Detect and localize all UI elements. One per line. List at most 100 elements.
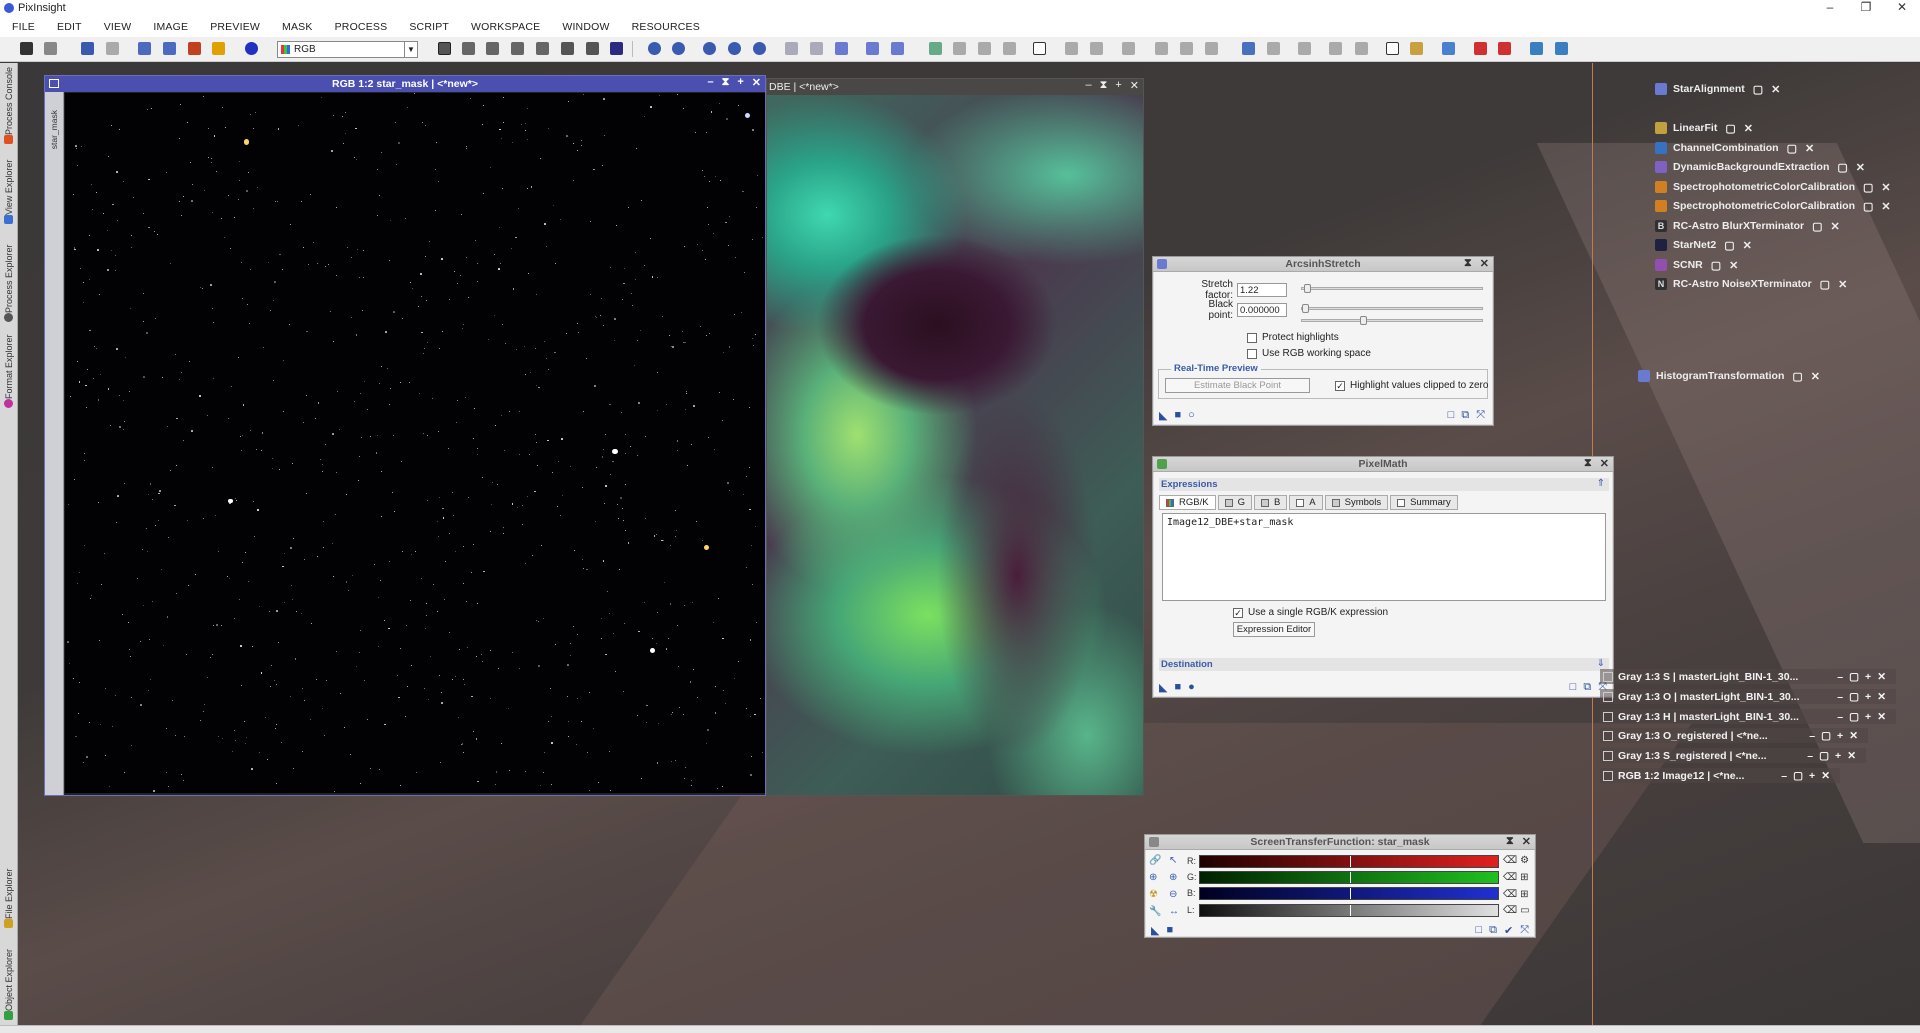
image-window-header[interactable]: RGB 1:2 star_mask | <*new*> – ⧗ + ✕ [45, 76, 765, 92]
process-icon-starnet2[interactable]: StarNet2 ▢ ✕ [1655, 237, 1752, 253]
stf-slider-g[interactable] [1199, 871, 1499, 884]
monitor-icon[interactable]: ▭ [1520, 905, 1533, 919]
slider-handle[interactable] [1302, 304, 1309, 313]
image-icon-controls[interactable]: –▢+✕ [1837, 711, 1892, 723]
highlight-clipped-checkbox[interactable]: ✓ [1335, 380, 1345, 391]
chan-4-icon[interactable] [1155, 42, 1168, 55]
tile-1-icon[interactable] [929, 42, 942, 55]
settings-icon[interactable] [1555, 42, 1568, 55]
undo-icon[interactable] [81, 42, 94, 55]
midtones-marker[interactable] [1350, 872, 1351, 883]
close-icon[interactable]: ✕ [1600, 457, 1609, 470]
close-icon[interactable]: ✕ [1881, 200, 1890, 213]
layout-3-icon[interactable] [1298, 42, 1311, 55]
image-icon-controls[interactable]: –▢+✕ [1837, 691, 1892, 703]
window-icon[interactable]: ▢ [1837, 161, 1847, 174]
grid-1-icon[interactable] [785, 42, 798, 55]
single-expression-checkbox[interactable]: ✓ [1233, 607, 1243, 618]
midtones-marker[interactable] [1350, 905, 1351, 916]
new-instance-icon[interactable]: ◣ [1151, 924, 1159, 937]
zoom-in-2-icon[interactable]: ⊕ [1169, 872, 1185, 885]
nebula-image[interactable] [767, 95, 1143, 795]
image-icon-controls[interactable]: –▢+✕ [1837, 671, 1892, 683]
midtones-marker[interactable] [1350, 856, 1351, 867]
reset-icon[interactable]: ⧉ [1583, 681, 1591, 694]
expressions-section-bar[interactable]: Expressions ⇑ [1159, 478, 1609, 491]
link-icon[interactable]: 🔗 [1149, 855, 1165, 868]
mask-icon[interactable] [188, 42, 201, 55]
expression-editor-button[interactable]: Expression Editor [1233, 622, 1315, 637]
tile-3-icon[interactable] [978, 42, 991, 55]
minimize-icon[interactable]: – [707, 76, 713, 89]
apply-global-icon[interactable]: ● [1188, 681, 1195, 693]
process-icon-spcc-2[interactable]: SpectrophotometricColorCalibration ▢ ✕ [1655, 198, 1891, 214]
image-window-dbe[interactable]: DBE | <*new*> – ⧗ + ✕ [766, 78, 1144, 796]
tab-format-explorer[interactable]: Format Explorer [1, 331, 17, 411]
window-icon[interactable]: ▢ [1711, 259, 1721, 272]
grid-2-icon[interactable] [810, 42, 823, 55]
colorspace-select[interactable]: RGB ▼ [277, 41, 418, 58]
apply-icon[interactable]: ■ [1174, 409, 1181, 421]
chan-5-icon[interactable] [1180, 42, 1193, 55]
pan-icon[interactable] [511, 42, 524, 55]
stretch-factor-slider[interactable] [1301, 284, 1483, 293]
panel-title-bar[interactable]: ScreenTransferFunction: star_mask ⧗ ✕ [1145, 835, 1535, 850]
zoom-2-icon[interactable] [728, 42, 741, 55]
export-icon[interactable] [1442, 42, 1455, 55]
close-icon[interactable]: ✕ [1743, 239, 1752, 252]
close-icon[interactable]: ✕ [1856, 161, 1865, 174]
rgb-working-space-checkbox[interactable] [1247, 348, 1257, 359]
chan-1-icon[interactable] [1065, 42, 1078, 55]
menu-process[interactable]: PROCESS [335, 21, 388, 33]
window-icon[interactable]: ▢ [1863, 200, 1873, 213]
expand-icon[interactable]: ⇓ [1597, 658, 1605, 669]
layout-2-icon[interactable] [1267, 42, 1280, 55]
tab-symbols[interactable]: Symbols [1324, 495, 1389, 510]
menu-file[interactable]: FILE [12, 21, 35, 33]
minimize-button[interactable]: – [1812, 0, 1848, 14]
window-icon[interactable]: ▢ [1725, 122, 1735, 135]
fit-view-icon[interactable] [486, 42, 499, 55]
browse-doc-icon[interactable]: □ [1475, 924, 1482, 936]
auto-stretch-icon[interactable]: ☢ [1149, 889, 1165, 902]
close-icon[interactable]: ✕ [1771, 83, 1780, 96]
stf-icon[interactable] [1033, 42, 1046, 55]
tab-process-console[interactable]: Process Console [1, 65, 17, 147]
close-icon[interactable]: ✕ [1830, 220, 1839, 233]
shade-icon[interactable]: ⧗ [1100, 79, 1108, 92]
menu-image[interactable]: IMAGE [153, 21, 188, 33]
window-icon[interactable]: ▢ [1820, 278, 1830, 291]
new-image-icon[interactable] [20, 42, 33, 55]
process-icon-noisexterminator[interactable]: N RC-Astro NoiseXTerminator ▢ ✕ [1655, 276, 1847, 292]
image-icon-image12[interactable]: RGB 1:2 Image12 | <*ne... –▢+✕ [1600, 768, 1840, 783]
stretch-factor-input[interactable]: 1.22 [1237, 283, 1287, 297]
destination-section-bar[interactable]: Destination ⇓ [1159, 658, 1609, 671]
menu-workspace[interactable]: WORKSPACE [471, 21, 540, 33]
track-view-icon[interactable]: ✔ [1504, 924, 1513, 937]
process-icon-dbe[interactable]: DynamicBackgroundExtraction ▢ ✕ [1655, 159, 1865, 175]
panel-title-bar[interactable]: ArcsinhStretch ⧗ ✕ [1153, 257, 1493, 272]
edit-instance-icon[interactable]: ⤧ [1476, 409, 1485, 422]
stf-slider-r[interactable] [1199, 855, 1499, 868]
readout-icon[interactable] [438, 42, 451, 55]
wrench-icon[interactable]: 🔧 [1149, 906, 1165, 919]
process-icon-histogramtransformation[interactable]: HistogramTransformation ▢ ✕ [1638, 368, 1820, 384]
maximize-icon[interactable]: + [737, 76, 743, 89]
close-icon[interactable]: ✕ [1805, 142, 1814, 155]
zoom-out-icon[interactable]: ⊖ [1169, 889, 1185, 902]
black-point-slider[interactable] [1301, 304, 1483, 313]
horizontal-arrows-icon[interactable]: ↔ [1169, 906, 1185, 919]
menu-script[interactable]: SCRIPT [409, 21, 449, 33]
zoom-in-icon[interactable]: ⊕ [1149, 872, 1165, 885]
reset-g-icon[interactable]: ⌫ [1503, 872, 1517, 886]
close-icon[interactable]: ✕ [1522, 835, 1531, 848]
shade-icon[interactable]: ⧗ [1506, 835, 1514, 848]
history-icon[interactable] [138, 42, 151, 55]
window-icon[interactable]: ▢ [1724, 239, 1734, 252]
image-window-header[interactable]: DBE | <*new*> – ⧗ + ✕ [767, 79, 1143, 95]
reset-l-icon[interactable]: ⌫ [1503, 905, 1517, 919]
process-icon-linearfit[interactable]: LinearFit ▢ ✕ [1655, 120, 1753, 136]
shade-icon[interactable]: ⧗ [1584, 457, 1592, 470]
window-3-icon[interactable] [891, 42, 904, 55]
pointer-icon[interactable]: ↖ [1169, 855, 1185, 868]
